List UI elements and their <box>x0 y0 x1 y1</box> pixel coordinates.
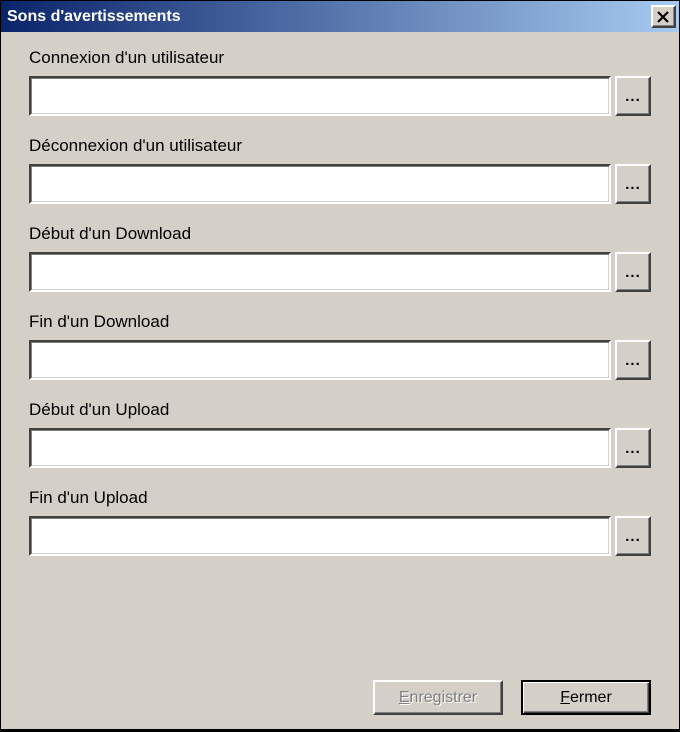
field-download-end: Fin d'un Download ... <box>29 312 651 380</box>
save-mnemonic: E <box>399 689 410 706</box>
close-label-rest: ermer <box>570 689 612 706</box>
close-mnemonic: F <box>560 689 570 706</box>
field-row: ... <box>29 516 651 556</box>
sound-path-input[interactable] <box>29 428 611 468</box>
close-button[interactable] <box>651 5 676 28</box>
field-upload-end: Fin d'un Upload ... <box>29 488 651 556</box>
dialog-window: Sons d'avertissements Connexion d'un uti… <box>0 0 680 730</box>
browse-button[interactable]: ... <box>615 252 651 292</box>
save-label-rest: nregistrer <box>410 689 478 706</box>
field-download-start: Début d'un Download ... <box>29 224 651 292</box>
titlebar: Sons d'avertissements <box>1 1 679 32</box>
button-row: Enregistrer Fermer <box>373 680 651 715</box>
field-row: ... <box>29 340 651 380</box>
browse-button[interactable]: ... <box>615 428 651 468</box>
field-label: Fin d'un Download <box>29 312 651 332</box>
browse-button[interactable]: ... <box>615 164 651 204</box>
close-icon <box>657 11 670 23</box>
field-upload-start: Début d'un Upload ... <box>29 400 651 468</box>
field-label: Déconnexion d'un utilisateur <box>29 136 651 156</box>
field-label: Début d'un Upload <box>29 400 651 420</box>
field-label: Fin d'un Upload <box>29 488 651 508</box>
sound-path-input[interactable] <box>29 340 611 380</box>
field-label: Début d'un Download <box>29 224 651 244</box>
close-dialog-button[interactable]: Fermer <box>521 680 651 715</box>
sound-path-input[interactable] <box>29 252 611 292</box>
field-row: ... <box>29 428 651 468</box>
field-user-connect: Connexion d'un utilisateur ... <box>29 48 651 116</box>
field-user-disconnect: Déconnexion d'un utilisateur ... <box>29 136 651 204</box>
dialog-content: Connexion d'un utilisateur ... Déconnexi… <box>1 32 679 556</box>
browse-button[interactable]: ... <box>615 516 651 556</box>
field-row: ... <box>29 252 651 292</box>
field-label: Connexion d'un utilisateur <box>29 48 651 68</box>
save-button: Enregistrer <box>373 680 503 715</box>
browse-button[interactable]: ... <box>615 76 651 116</box>
sound-path-input[interactable] <box>29 164 611 204</box>
browse-button[interactable]: ... <box>615 340 651 380</box>
field-row: ... <box>29 164 651 204</box>
sound-path-input[interactable] <box>29 76 611 116</box>
window-title: Sons d'avertissements <box>7 8 181 26</box>
field-row: ... <box>29 76 651 116</box>
sound-path-input[interactable] <box>29 516 611 556</box>
